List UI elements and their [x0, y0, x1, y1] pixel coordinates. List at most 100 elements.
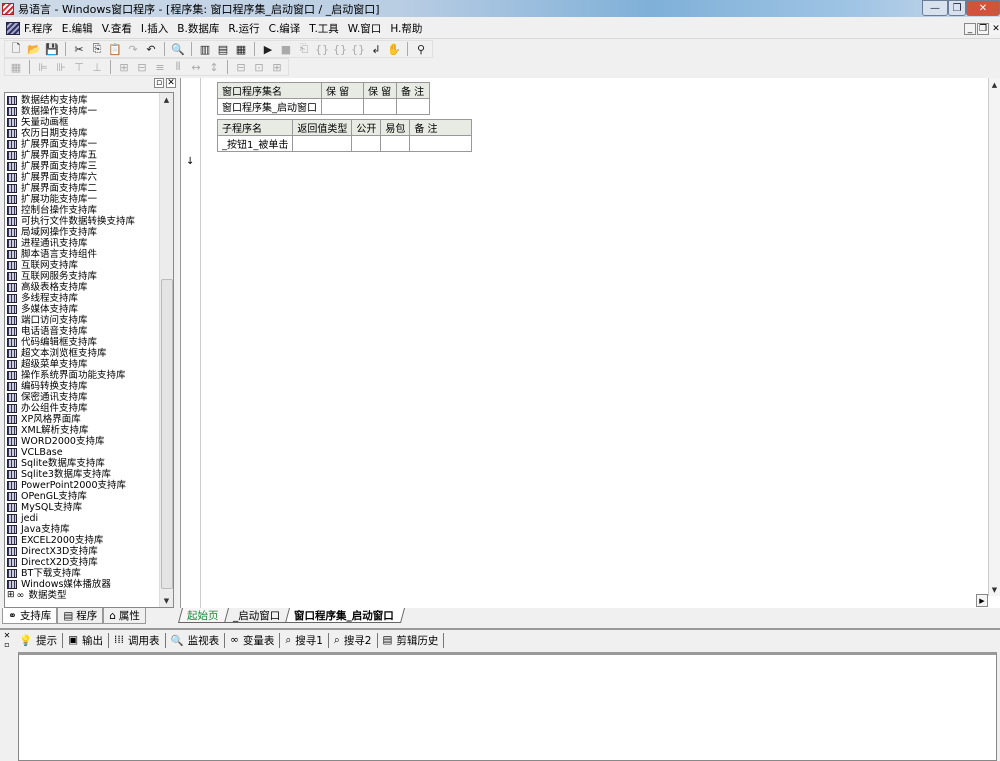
library-item[interactable]: 操作系统界面功能支持库 — [7, 370, 159, 381]
subroutine-name-cell[interactable]: _按钮1_被单击 — [216, 135, 294, 152]
scroll-up-icon[interactable]: ▲ — [989, 78, 1000, 91]
cut-icon[interactable]: ✂ — [71, 42, 87, 57]
tab-search1[interactable]: ⌕ 搜寻1 — [280, 632, 329, 648]
menu-view[interactable]: V.查看 — [102, 21, 132, 36]
library-item[interactable]: 互联网支持库 — [7, 260, 159, 271]
grid-icon[interactable]: ▦ — [8, 60, 24, 75]
library-item[interactable]: XP风格界面库 — [7, 414, 159, 425]
same-height-icon[interactable]: ↕ — [206, 60, 222, 75]
undo-icon[interactable]: ↶ — [143, 42, 159, 57]
tab-output[interactable]: ▣ 输出 — [63, 633, 108, 648]
find-icon[interactable]: 🔍 — [170, 42, 186, 57]
tab-call-stack[interactable]: ⁞⁞⁞ 调用表 — [108, 632, 166, 648]
hand-icon[interactable]: ✋ — [386, 42, 402, 57]
library-scrollbar[interactable]: ▲ ▼ — [159, 93, 173, 607]
panel-close-button[interactable]: ✕ — [166, 78, 176, 88]
editor-vertical-scrollbar[interactable]: ▲ ▼ — [988, 78, 1000, 596]
size-both-icon[interactable]: ⊞ — [269, 60, 285, 75]
menu-run[interactable]: R.运行 — [228, 21, 259, 36]
library-item[interactable]: 高级表格支持库 — [7, 282, 159, 293]
step-over-icon[interactable]: {} — [332, 42, 348, 57]
library-item[interactable]: 办公组件支持库 — [7, 403, 159, 414]
minimize-button[interactable]: — — [922, 0, 948, 16]
library-item[interactable]: 电话语音支持库 — [7, 326, 159, 337]
binoculars-icon[interactable]: ⚲ — [413, 42, 429, 57]
library-item[interactable]: 扩展功能支持库一 — [7, 194, 159, 205]
menu-program[interactable]: F.程序 — [24, 21, 53, 36]
align-top-icon[interactable]: ⊤ — [71, 60, 87, 75]
library-item[interactable]: Sqlite数据库支持库 — [7, 458, 159, 469]
library-item[interactable]: Java支持库 — [7, 524, 159, 535]
tab-hint[interactable]: 💡 提示 — [14, 632, 64, 648]
library-item[interactable]: 可执行文件数据转换支持库 — [7, 216, 159, 227]
menu-edit[interactable]: E.编辑 — [62, 21, 93, 36]
tab-window-assembly[interactable]: 窗口程序集_启动窗口 — [284, 608, 405, 623]
cell[interactable] — [396, 98, 430, 115]
library-item[interactable]: 控制台操作支持库 — [7, 205, 159, 216]
menu-window[interactable]: W.窗口 — [348, 21, 382, 36]
align-left-icon[interactable]: ⊫ — [35, 60, 51, 75]
bottom-panel-close-icon[interactable]: ✕ ▫ — [0, 631, 14, 649]
library-item[interactable]: jedi — [7, 513, 159, 524]
save-icon[interactable]: 💾 — [44, 42, 60, 57]
library-item[interactable]: 代码编辑框支持库 — [7, 337, 159, 348]
open-icon[interactable]: 📂 — [26, 42, 42, 57]
library-item[interactable]: DirectX2D支持库 — [7, 557, 159, 568]
cell[interactable] — [363, 98, 397, 115]
align-right-icon[interactable]: ⊪ — [53, 60, 69, 75]
library-item[interactable]: 进程通讯支持库 — [7, 238, 159, 249]
redo-icon[interactable]: ↷ — [125, 42, 141, 57]
library-item[interactable]: XML解析支持库 — [7, 425, 159, 436]
library-item[interactable]: 矢量动画框 — [7, 117, 159, 128]
align-bottom-icon[interactable]: ⊥ — [89, 60, 105, 75]
library-item[interactable]: EXCEL2000支持库 — [7, 535, 159, 546]
library-item[interactable]: OPenGL支持库 — [7, 491, 159, 502]
tab-program[interactable]: ▤ 程序 — [57, 608, 104, 624]
mdi-close-button[interactable]: ✕ — [990, 23, 1000, 35]
new-icon[interactable]: 🗋 — [8, 42, 24, 57]
library-item[interactable]: 端口访问支持库 — [7, 315, 159, 326]
stop-icon[interactable]: ■ — [278, 42, 294, 57]
layout-bottom-icon[interactable]: ▤ — [215, 42, 231, 57]
scroll-down-icon[interactable]: ▼ — [989, 583, 1000, 596]
paste-icon[interactable]: 📋 — [107, 42, 123, 57]
run-icon[interactable]: ▶ — [260, 42, 276, 57]
library-item[interactable]: WORD2000支持库 — [7, 436, 159, 447]
output-area[interactable] — [18, 652, 997, 761]
library-item[interactable]: 多线程支持库 — [7, 293, 159, 304]
cell[interactable] — [380, 135, 411, 152]
menu-tools[interactable]: T.工具 — [309, 21, 339, 36]
layout-both-icon[interactable]: ▦ — [233, 42, 249, 57]
tab-properties[interactable]: ⌂ 属性 — [103, 608, 146, 624]
library-item[interactable]: 互联网服务支持库 — [7, 271, 159, 282]
space-v-icon[interactable]: ≡ — [152, 60, 168, 75]
close-button[interactable]: ✕ — [966, 0, 1000, 16]
cell[interactable] — [409, 135, 473, 152]
panel-restore-button[interactable]: ▫ — [154, 78, 164, 88]
expand-icon[interactable]: ⊞ — [7, 590, 15, 601]
mdi-minimize-button[interactable]: _ — [964, 23, 976, 35]
library-item[interactable]: 扩展界面支持库五 — [7, 150, 159, 161]
menu-help[interactable]: H.帮助 — [390, 21, 422, 36]
scroll-right-icon[interactable]: ▶ — [976, 594, 988, 607]
library-item[interactable]: 多媒体支持库 — [7, 304, 159, 315]
library-item[interactable]: 数据结构支持库 — [7, 95, 159, 106]
library-item[interactable]: Sqlite3数据库支持库 — [7, 469, 159, 480]
size-height-icon[interactable]: ⊡ — [251, 60, 267, 75]
cell[interactable] — [292, 135, 353, 152]
library-item[interactable]: 扩展界面支持库二 — [7, 183, 159, 194]
tab-watch[interactable]: 🔍 监视表 — [166, 632, 226, 648]
code-editor[interactable]: ↓ 窗口程序集名保 留保 留备 注 窗口程序集_启动窗口 子程序名 返回值类型 公开… — [180, 78, 1000, 608]
layout-left-icon[interactable]: ▥ — [197, 42, 213, 57]
copy-icon[interactable]: ⎘ — [89, 42, 105, 57]
restore-button[interactable]: ❐ — [948, 0, 966, 16]
library-item[interactable]: DirectX3D支持库 — [7, 546, 159, 557]
tab-search2[interactable]: ⌕ 搜寻2 — [329, 632, 378, 648]
step-into-icon[interactable]: {} — [314, 42, 330, 57]
scroll-down-icon[interactable]: ▼ — [160, 594, 173, 607]
library-item[interactable]: PowerPoint2000支持库 — [7, 480, 159, 491]
library-item[interactable]: 脚本语言支持组件 — [7, 249, 159, 260]
library-item[interactable]: 超级菜单支持库 — [7, 359, 159, 370]
library-item[interactable]: 扩展界面支持库一 — [7, 139, 159, 150]
menu-insert[interactable]: I.插入 — [141, 21, 168, 36]
